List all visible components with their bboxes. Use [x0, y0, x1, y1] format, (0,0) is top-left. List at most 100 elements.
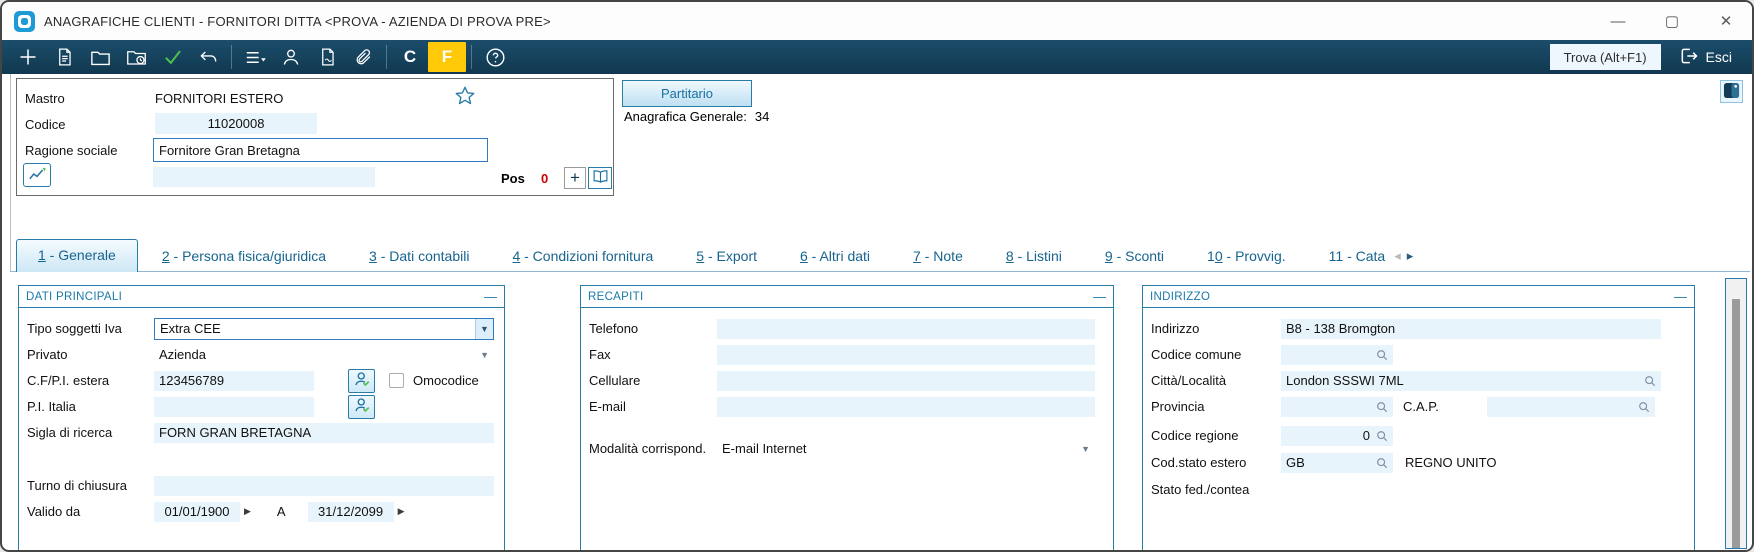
new-record-button[interactable]: [10, 42, 46, 72]
title-bar: ANAGRAFICHE CLIENTI - FORNITORI DITTA <P…: [2, 2, 1752, 40]
confirm-button[interactable]: [154, 42, 190, 72]
tab-altri-dati[interactable]: 6 - Altri dati: [800, 243, 870, 272]
search-icon[interactable]: [1376, 430, 1388, 442]
toolbar-separator: [471, 45, 472, 69]
tab-generale[interactable]: 1 - Generale: [16, 239, 138, 272]
main-toolbar: C F Trova (Alt+F1) Esci: [2, 40, 1752, 74]
fax-field[interactable]: [717, 344, 1095, 365]
cellulare-label: Cellulare: [589, 373, 641, 388]
cod-stato-estero-label: Cod.stato estero: [1151, 455, 1247, 470]
indirizzo-field[interactable]: B8 - 138 Bromgton: [1281, 318, 1661, 339]
anagrafica-generale-label: Anagrafica Generale:: [624, 109, 747, 124]
open-button[interactable]: [82, 42, 118, 72]
privato-select[interactable]: Azienda ▼: [154, 347, 494, 362]
cf-pi-estera-field[interactable]: 123456789: [154, 370, 314, 391]
document-edit-button[interactable]: [309, 42, 345, 72]
tab-provvig[interactable]: 10 - Provvig.: [1207, 243, 1286, 272]
omocodice-checkbox[interactable]: [389, 373, 404, 388]
person-check-icon: [353, 370, 371, 391]
vertical-scrollbar[interactable]: [1725, 278, 1747, 549]
codice-field[interactable]: 11020008: [155, 113, 317, 134]
valido-da-label: Valido da: [27, 504, 81, 519]
tab-dati-contabili[interactable]: 3 - Dati contabili: [369, 243, 469, 272]
tab-sconti[interactable]: 9 - Sconti: [1105, 243, 1164, 272]
favorite-star-icon[interactable]: [454, 85, 476, 110]
chart-button[interactable]: [23, 163, 51, 187]
verify-cf-button[interactable]: [348, 368, 375, 393]
chevron-down-icon[interactable]: ▼: [480, 350, 489, 360]
telefono-label: Telefono: [589, 321, 639, 336]
tab-persona-fisica-giuridica[interactable]: 2 - Persona fisica/giuridica: [162, 243, 326, 272]
partitario-button[interactable]: Partitario: [622, 80, 752, 107]
help-button[interactable]: [477, 42, 513, 72]
search-icon[interactable]: [1376, 401, 1388, 413]
plus-icon: +: [570, 168, 580, 187]
open-history-button[interactable]: [118, 42, 154, 72]
tab-export[interactable]: 5 - Export: [696, 243, 757, 272]
esci-button[interactable]: Esci: [1679, 46, 1732, 69]
scrollbar-thumb[interactable]: [1732, 299, 1740, 548]
contact-button[interactable]: [273, 42, 309, 72]
sigla-ricerca-field[interactable]: FORN GRAN BRETAGNA: [154, 422, 494, 443]
cod-stato-estero-field[interactable]: GB: [1281, 452, 1393, 473]
codice-regione-field[interactable]: 0: [1281, 425, 1393, 446]
collapse-panel-icon[interactable]: —: [1093, 290, 1106, 303]
fornitori-toggle-button[interactable]: F: [428, 42, 466, 72]
search-icon[interactable]: [1638, 401, 1650, 413]
collapse-panel-icon[interactable]: —: [484, 290, 497, 303]
cellulare-field[interactable]: [717, 370, 1095, 391]
tab-scroll-left-icon[interactable]: ◂: [1391, 248, 1404, 272]
search-icon[interactable]: [1644, 375, 1656, 387]
header-extra-field[interactable]: [153, 167, 375, 187]
add-position-button[interactable]: +: [564, 167, 586, 189]
trova-button[interactable]: Trova (Alt+F1): [1549, 44, 1661, 70]
cap-label: C.A.P.: [1403, 399, 1439, 414]
menu-button[interactable]: [237, 42, 273, 72]
menu-icon: [243, 48, 268, 67]
provincia-field[interactable]: [1281, 396, 1393, 417]
stato-estero-name: REGNO UNITO: [1405, 455, 1497, 470]
minimize-button[interactable]: —: [1608, 13, 1628, 30]
tab-condizioni-fornitura[interactable]: 4 - Condizioni fornitura: [512, 243, 653, 272]
valido-da-field[interactable]: 01/01/1900: [154, 501, 240, 522]
search-icon[interactable]: [1376, 457, 1388, 469]
a-label: A: [276, 504, 286, 519]
cf-pi-estera-label: C.F/P.I. estera: [27, 373, 110, 388]
copy-record-button[interactable]: [46, 42, 82, 72]
attachments-button[interactable]: [345, 42, 381, 72]
modalita-corrispond-select[interactable]: E-mail Internet ▼: [717, 441, 1095, 456]
close-button[interactable]: ✕: [1716, 12, 1736, 30]
email-field[interactable]: [717, 396, 1095, 417]
citta-localita-field[interactable]: London SSSWI 7ML: [1281, 370, 1661, 391]
cap-field[interactable]: [1487, 396, 1655, 417]
undo-button[interactable]: [190, 42, 226, 72]
anagrafica-generale: Anagrafica Generale: 34: [624, 109, 769, 124]
tab-scroll-right-icon[interactable]: ▸: [1404, 248, 1417, 272]
turno-chiusura-field[interactable]: [154, 475, 494, 496]
search-icon[interactable]: [1376, 349, 1388, 361]
chevron-down-icon[interactable]: ▼: [475, 318, 493, 339]
clienti-toggle-button[interactable]: C: [392, 42, 428, 72]
calendar-arrow-icon[interactable]: ▶: [244, 506, 251, 517]
tipo-soggetti-iva-label: Tipo soggetti Iva: [27, 321, 122, 336]
tab-bar: 1 - Generale 2 - Persona fisica/giuridic…: [16, 239, 1572, 272]
maximize-button[interactable]: ▢: [1662, 12, 1682, 30]
tab-catalogo[interactable]: 11 - Cata: [1329, 243, 1386, 272]
check-icon: [162, 47, 183, 67]
codice-comune-field[interactable]: [1281, 344, 1393, 365]
telefono-field[interactable]: [717, 318, 1095, 339]
sigla-ricerca-label: Sigla di ricerca: [27, 425, 113, 440]
verify-pi-button[interactable]: [348, 394, 375, 419]
tab-listini[interactable]: 8 - Listini: [1006, 243, 1062, 272]
side-panel-toggle-button[interactable]: [1720, 80, 1743, 103]
tipo-soggetti-iva-select[interactable]: Extra CEE ▼: [154, 317, 494, 340]
collapse-panel-icon[interactable]: —: [1674, 290, 1687, 303]
tab-note[interactable]: 7 - Note: [913, 243, 963, 272]
calendar-arrow-icon[interactable]: ▶: [398, 506, 405, 517]
pi-italia-field[interactable]: [154, 396, 314, 417]
valido-a-field[interactable]: 31/12/2099: [307, 501, 394, 522]
book-button[interactable]: [588, 167, 612, 189]
turno-chiusura-label: Turno di chiusura: [27, 478, 127, 493]
ragione-sociale-input[interactable]: Fornitore Gran Bretagna: [153, 138, 488, 162]
chevron-down-icon[interactable]: ▼: [1081, 444, 1090, 454]
